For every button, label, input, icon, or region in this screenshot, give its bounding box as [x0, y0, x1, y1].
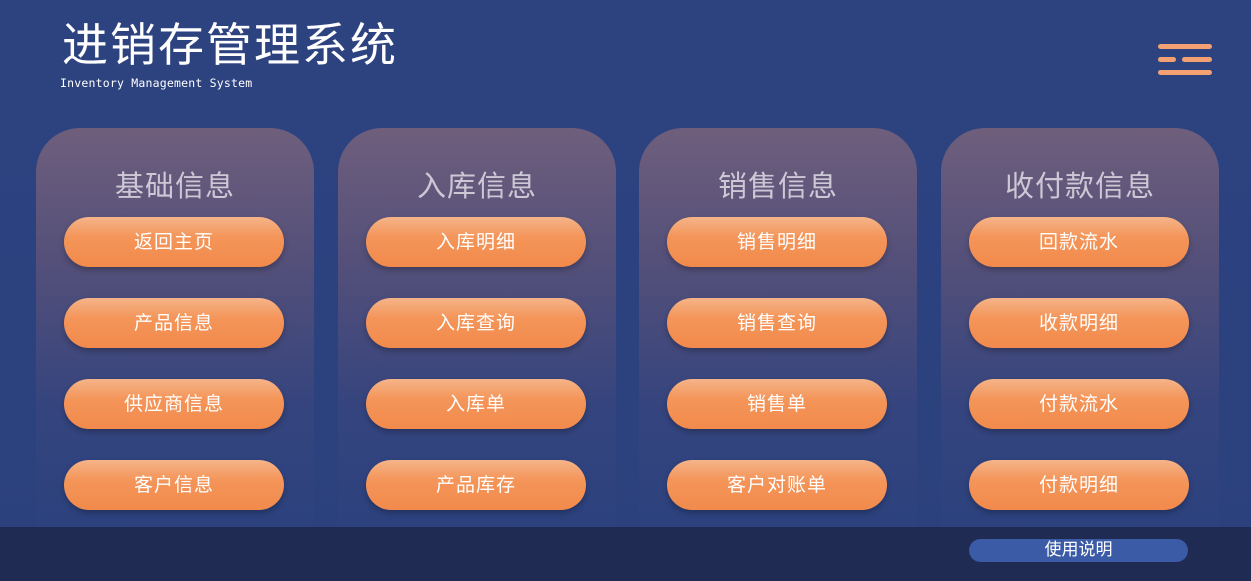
receipt-flow-button[interactable]: 回款流水 [969, 217, 1189, 267]
page-subtitle: Inventory Management System [60, 76, 253, 90]
footer-bar: 使用说明 [0, 527, 1251, 581]
panel-sales-info: 销售信息 销售明细 销售查询 销售单 客户对账单 [639, 128, 917, 528]
panel-title: 销售信息 [717, 169, 838, 203]
inbound-query-button[interactable]: 入库查询 [366, 298, 586, 348]
payment-detail-button[interactable]: 付款明细 [969, 460, 1189, 510]
product-info-button[interactable]: 产品信息 [64, 298, 284, 348]
customer-info-button[interactable]: 客户信息 [64, 460, 284, 510]
collection-detail-button[interactable]: 收款明细 [969, 298, 1189, 348]
home-button[interactable]: 返回主页 [64, 217, 284, 267]
panel-title: 入库信息 [416, 169, 537, 203]
app-window: 进销存管理系统 Inventory Management System 基础信息… [0, 0, 1251, 581]
product-stock-button[interactable]: 产品库存 [366, 460, 586, 510]
customer-statement-button[interactable]: 客户对账单 [667, 460, 887, 510]
panel-basic-info: 基础信息 返回主页 产品信息 供应商信息 客户信息 [36, 128, 314, 528]
payment-flow-button[interactable]: 付款流水 [969, 379, 1189, 429]
sales-detail-button[interactable]: 销售明细 [667, 217, 887, 267]
sales-order-button[interactable]: 销售单 [667, 379, 887, 429]
panel-inbound-info: 入库信息 入库明细 入库查询 入库单 产品库存 [338, 128, 616, 528]
inbound-detail-button[interactable]: 入库明细 [366, 217, 586, 267]
hamburger-menu-icon[interactable] [1158, 44, 1212, 78]
inbound-order-button[interactable]: 入库单 [366, 379, 586, 429]
help-button[interactable]: 使用说明 [969, 539, 1188, 562]
panel-title: 基础信息 [114, 169, 235, 203]
panel-title: 收付款信息 [1004, 169, 1155, 203]
supplier-info-button[interactable]: 供应商信息 [64, 379, 284, 429]
panel-payment-info: 收付款信息 回款流水 收款明细 付款流水 付款明细 [941, 128, 1219, 528]
page-title: 进销存管理系统 [62, 18, 398, 72]
sales-query-button[interactable]: 销售查询 [667, 298, 887, 348]
